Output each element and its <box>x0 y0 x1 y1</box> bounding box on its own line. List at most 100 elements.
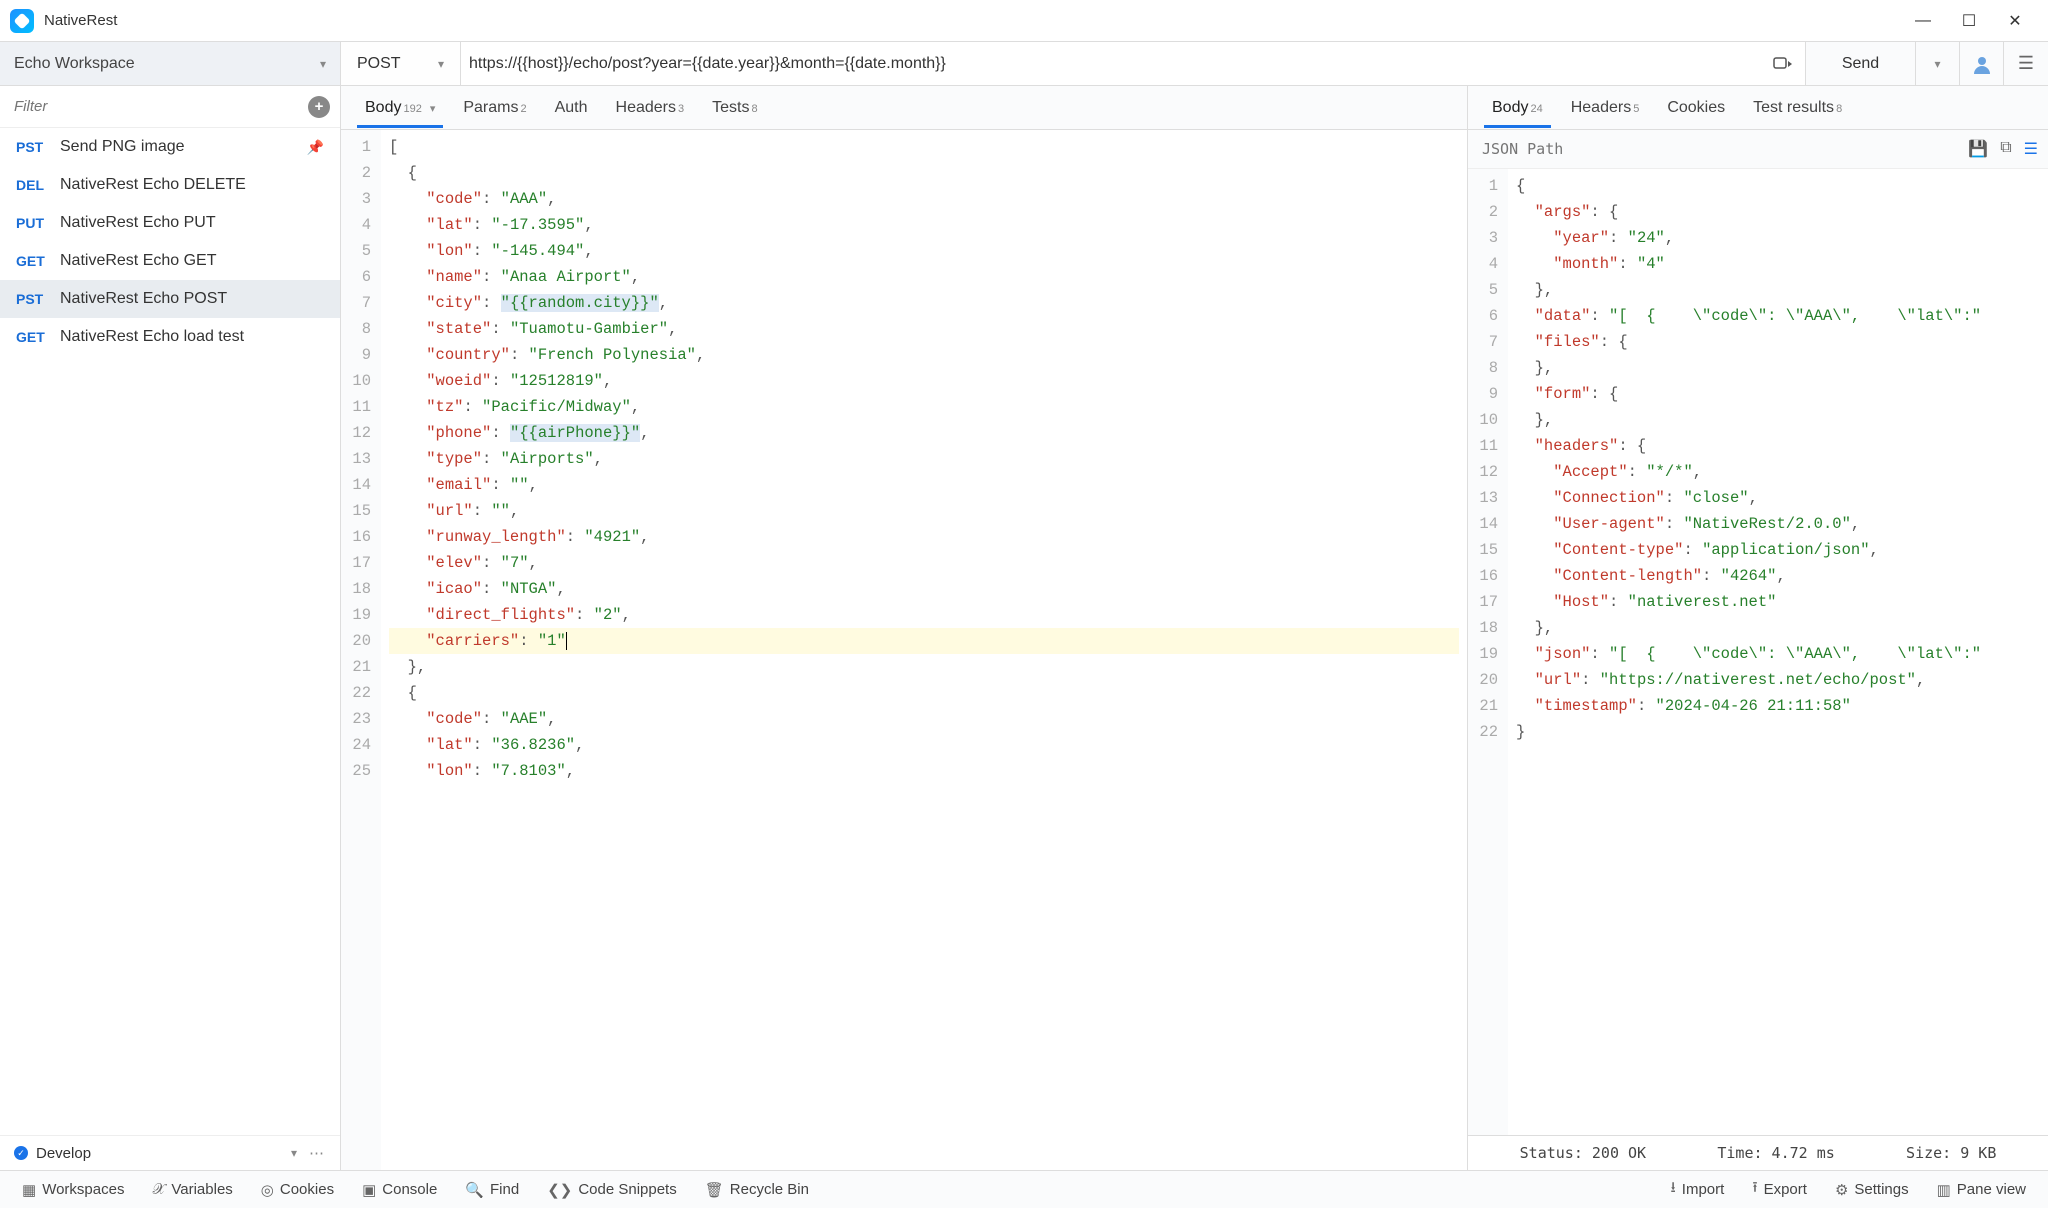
tab-badge: 192 <box>403 103 421 115</box>
sidebar-item-request[interactable]: DELNativeRest Echo DELETE <box>0 166 340 204</box>
add-request-button[interactable]: + <box>308 96 330 118</box>
tab-body[interactable]: Body24 <box>1478 89 1557 127</box>
tab-body[interactable]: Body192▾ <box>351 89 449 127</box>
response-panel: Body24Headers5CookiesTest results8 💾 ⧉ ☰… <box>1468 86 2048 1170</box>
method-select[interactable]: POST ▾ <box>341 42 461 85</box>
send-options-button[interactable]: ▾ <box>1916 42 1960 85</box>
jsonpath-input[interactable] <box>1478 136 1968 162</box>
console-icon: ▣ <box>362 1181 376 1199</box>
sidebar-item-request[interactable]: GETNativeRest Echo load test <box>0 318 340 356</box>
request-method-badge: PST <box>16 291 60 307</box>
tab-headers[interactable]: Headers5 <box>1557 89 1654 127</box>
status-time: Time: 4.72 ms <box>1717 1144 1834 1162</box>
tab-tests[interactable]: Tests8 <box>698 89 771 127</box>
bottombar-cookies[interactable]: ◎Cookies <box>247 1181 348 1199</box>
request-method-badge: GET <box>16 329 60 345</box>
tab-params[interactable]: Params2 <box>449 89 540 127</box>
window-minimize-icon[interactable]: ― <box>1900 0 1946 42</box>
tab-badge: 8 <box>751 103 757 115</box>
tab-badge: 3 <box>678 103 684 115</box>
status-code: Status: 200 OK <box>1520 1144 1646 1162</box>
request-name: NativeRest Echo load test <box>60 328 244 346</box>
format-icon[interactable]: ☰ <box>2024 139 2038 159</box>
find-icon: 🔍 <box>465 1181 484 1199</box>
window-maximize-icon[interactable]: ☐ <box>1946 0 1992 42</box>
filter-input[interactable] <box>10 92 308 121</box>
hamburger-menu-button[interactable]: ☰ <box>2004 42 2048 85</box>
cookies-icon: ◎ <box>261 1181 274 1199</box>
user-button[interactable] <box>1960 42 2004 85</box>
method-value: POST <box>357 55 401 73</box>
bottombar-console[interactable]: ▣Console <box>348 1181 451 1199</box>
url-input-wrap: https://{{host}}/echo/post?year={{date.y… <box>461 42 1806 85</box>
request-method-badge: PUT <box>16 215 60 231</box>
tab-badge: 8 <box>1836 103 1842 115</box>
import-icon: ⭳ <box>1671 1177 1676 1202</box>
tab-auth[interactable]: Auth <box>541 89 602 127</box>
window-close-icon[interactable]: ✕ <box>1992 0 2038 42</box>
chevron-down-icon: ▾ <box>320 57 326 71</box>
request-name: NativeRest Echo DELETE <box>60 176 246 194</box>
response-status-bar: Status: 200 OK Time: 4.72 ms Size: 9 KB <box>1468 1135 2048 1170</box>
environment-select[interactable]: ✓ Develop ▾ ⋯ <box>0 1135 340 1170</box>
bottombar-variables[interactable]: 𝒳Variables <box>138 1181 246 1198</box>
request-name: NativeRest Echo POST <box>60 290 227 308</box>
sidebar: + PST Send PNG image 📌 DELNativeRest Echo D… <box>0 86 341 1170</box>
bottombar-export[interactable]: ⭱Export <box>1738 1177 1821 1202</box>
app-logo-icon <box>10 9 34 33</box>
sidebar-item-request[interactable]: GETNativeRest Echo GET <box>0 242 340 280</box>
bottombar-code-snippets[interactable]: ❮❯Code Snippets <box>533 1181 691 1199</box>
tab-badge: 24 <box>1530 103 1542 115</box>
request-method-badge: DEL <box>16 177 60 193</box>
bottombar: ▦Workspaces𝒳Variables◎Cookies▣Console🔍Fi… <box>0 1170 2048 1208</box>
chevron-down-icon: ▾ <box>430 102 436 115</box>
request-name: NativeRest Echo PUT <box>60 214 216 232</box>
bottombar-import[interactable]: ⭳Import <box>1657 1177 1739 1202</box>
titlebar: NativeRest ― ☐ ✕ <box>0 0 2048 42</box>
save-icon[interactable]: 💾 <box>1968 139 1988 159</box>
bottombar-recycle-bin[interactable]: 🗑Recycle Bin <box>691 1181 823 1199</box>
bottombar-find[interactable]: 🔍Find <box>451 1181 533 1199</box>
variables-icon: 𝒳 <box>152 1181 165 1198</box>
topbar: Echo Workspace ▾ POST ▾ https://{{host}}… <box>0 42 2048 86</box>
sidebar-item-request[interactable]: PSTNativeRest Echo POST <box>0 280 340 318</box>
request-method-badge: GET <box>16 253 60 269</box>
pane-view-icon: ▥ <box>1937 1181 1951 1199</box>
env-vars-icon[interactable] <box>1769 50 1797 78</box>
sidebar-item-request[interactable]: PSTSend PNG image📌 <box>0 128 340 166</box>
copy-icon[interactable]: ⧉ <box>2000 139 2011 159</box>
app-title: NativeRest <box>44 12 117 29</box>
body-editor[interactable]: 1234567891011121314151617181920212223242… <box>341 130 1467 1170</box>
check-icon: ✓ <box>14 1146 28 1160</box>
request-name: NativeRest Echo GET <box>60 252 217 270</box>
more-icon[interactable]: ⋯ <box>309 1144 326 1162</box>
request-panel: Body192▾Params2AuthHeaders3Tests8 123456… <box>341 86 1468 1170</box>
response-viewer[interactable]: 12345678910111213141516171819202122 { "a… <box>1468 169 2048 1135</box>
environment-name: Develop <box>36 1145 91 1162</box>
tab-cookies[interactable]: Cookies <box>1653 89 1739 127</box>
request-name: Send PNG image <box>60 138 185 156</box>
bottombar-pane-view[interactable]: ▥Pane view <box>1923 1181 2040 1199</box>
response-tabs: Body24Headers5CookiesTest results8 <box>1468 86 2048 130</box>
send-button[interactable]: Send <box>1806 42 1916 85</box>
bottombar-settings[interactable]: ⚙Settings <box>1821 1181 1923 1199</box>
request-tabs: Body192▾Params2AuthHeaders3Tests8 <box>341 86 1467 130</box>
bottombar-workspaces[interactable]: ▦Workspaces <box>8 1181 138 1199</box>
sidebar-item-request[interactable]: PUTNativeRest Echo PUT <box>0 204 340 242</box>
tab-badge: 2 <box>520 103 526 115</box>
code-snippets-icon: ❮❯ <box>547 1181 572 1199</box>
chevron-down-icon: ▾ <box>291 1146 297 1160</box>
workspace-select[interactable]: Echo Workspace ▾ <box>0 42 341 85</box>
tab-headers[interactable]: Headers3 <box>602 89 699 127</box>
export-icon: ⭱ <box>1752 1177 1757 1202</box>
chevron-down-icon: ▾ <box>438 57 444 71</box>
recycle-bin-icon: 🗑 <box>705 1181 724 1199</box>
workspace-name: Echo Workspace <box>14 55 135 73</box>
request-list: PST Send PNG image 📌 DELNativeRest Echo DEL… <box>0 128 340 1135</box>
settings-icon: ⚙ <box>1835 1181 1848 1199</box>
pin-icon[interactable]: 📌 <box>307 139 324 156</box>
tab-badge: 5 <box>1633 103 1639 115</box>
status-size: Size: 9 KB <box>1906 1144 1996 1162</box>
url-input[interactable]: https://{{host}}/echo/post?year={{date.y… <box>469 55 1769 73</box>
tab-test-results[interactable]: Test results8 <box>1739 89 1856 127</box>
